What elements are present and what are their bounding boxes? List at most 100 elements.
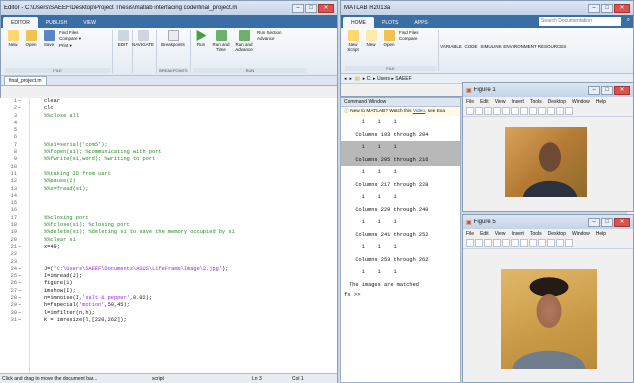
breakpoints-button[interactable]: Breakpoints bbox=[159, 30, 187, 47]
menu-item-insert[interactable]: Insert bbox=[511, 99, 524, 105]
menu-item-insert[interactable]: Insert bbox=[511, 231, 524, 237]
tab-view[interactable]: VIEW bbox=[75, 17, 104, 28]
figure-5-titlebar[interactable]: ▣ Figure 5 – □ ✕ bbox=[463, 215, 633, 229]
code-line[interactable]: 1− clear bbox=[0, 98, 337, 105]
matlab-open-button[interactable]: Open bbox=[381, 30, 397, 47]
matlab-titlebar[interactable]: MATLAB R2013a – □ ✕ bbox=[341, 1, 633, 15]
breakpoint-marker[interactable]: − bbox=[18, 273, 26, 280]
breakpoint-marker[interactable]: − bbox=[18, 266, 26, 273]
matlab-new-button[interactable]: New bbox=[363, 30, 379, 47]
code-line[interactable]: 7 %%s1=serial('com5'); bbox=[0, 142, 337, 149]
save-figure-icon[interactable] bbox=[484, 239, 492, 247]
code-line[interactable]: 2− clc bbox=[0, 105, 337, 112]
figure-5-maximize-button[interactable]: □ bbox=[601, 217, 613, 227]
code-line[interactable]: 16 bbox=[0, 207, 337, 214]
zoom-out-icon[interactable] bbox=[520, 107, 528, 115]
zoom-out-icon[interactable] bbox=[520, 239, 528, 247]
code-line[interactable]: 21− x=49; bbox=[0, 244, 337, 251]
new-script-button[interactable]: New Script bbox=[345, 30, 361, 52]
run-and-advance-button[interactable]: Run and Advance bbox=[233, 30, 255, 52]
resources-button[interactable]: RESOURCES bbox=[537, 30, 567, 71]
matlab-compare-button[interactable]: Compare bbox=[399, 36, 419, 41]
close-button[interactable]: ✕ bbox=[318, 3, 334, 13]
breakpoint-marker[interactable] bbox=[18, 178, 26, 185]
zoom-in-icon[interactable] bbox=[511, 107, 519, 115]
command-prompt[interactable]: fx >> bbox=[341, 291, 460, 298]
code-line[interactable]: 29− h=fspecial('motion',50,45); bbox=[0, 302, 337, 309]
breakpoint-marker[interactable] bbox=[18, 200, 26, 207]
find-files-button[interactable]: Find Files bbox=[59, 30, 81, 35]
navigate-button[interactable]: NAVIGATE bbox=[132, 30, 154, 47]
forward-arrow-icon[interactable]: ▸ bbox=[350, 76, 353, 82]
code-line[interactable]: 5 bbox=[0, 127, 337, 134]
code-line[interactable]: 19 %%delete(s1); %deleting s1 to save the… bbox=[0, 229, 337, 236]
current-folder-path[interactable]: ▸ C: ▸ Users ▸ SAEEF bbox=[363, 76, 412, 82]
breakpoint-marker[interactable] bbox=[18, 259, 26, 266]
breakpoint-marker[interactable] bbox=[18, 142, 26, 149]
pan-icon[interactable] bbox=[529, 107, 537, 115]
menu-item-edit[interactable]: Edit bbox=[480, 99, 489, 105]
menu-item-help[interactable]: Help bbox=[596, 231, 606, 237]
save-button[interactable]: Save bbox=[41, 30, 57, 47]
run-section-button[interactable]: Run Section bbox=[257, 30, 282, 35]
code-line[interactable]: 14 bbox=[0, 193, 337, 200]
file-tab-final-project[interactable]: final_project.m bbox=[4, 76, 47, 85]
menu-item-desktop[interactable]: Desktop bbox=[548, 99, 566, 105]
advance-button[interactable]: Advance bbox=[257, 36, 282, 41]
matlab-find-files-button[interactable]: Find Files bbox=[399, 30, 419, 35]
save-figure-icon[interactable] bbox=[484, 107, 492, 115]
figure-5-minimize-button[interactable]: – bbox=[588, 217, 600, 227]
breakpoint-marker[interactable]: − bbox=[18, 244, 26, 251]
code-line[interactable]: 25− I=imread(J); bbox=[0, 273, 337, 280]
editor-titlebar[interactable]: Editor - C:\Users\SAEEF\Desktop\Project … bbox=[1, 1, 337, 15]
pointer-icon[interactable] bbox=[502, 107, 510, 115]
code-line[interactable]: 23 bbox=[0, 259, 337, 266]
colorbar-icon[interactable] bbox=[565, 239, 573, 247]
data-cursor-icon[interactable] bbox=[547, 107, 555, 115]
run-and-time-button[interactable]: Run and Time bbox=[211, 30, 231, 52]
breakpoint-marker[interactable] bbox=[18, 171, 26, 178]
rotate-icon[interactable] bbox=[538, 239, 546, 247]
code-line[interactable]: 6 bbox=[0, 134, 337, 141]
zoom-in-icon[interactable] bbox=[511, 239, 519, 247]
pointer-icon[interactable] bbox=[502, 239, 510, 247]
new-figure-icon[interactable] bbox=[466, 107, 474, 115]
code-line[interactable]: 15 bbox=[0, 200, 337, 207]
code-line[interactable]: 17 %%closing port bbox=[0, 215, 337, 222]
breakpoint-marker[interactable] bbox=[18, 127, 26, 134]
menu-item-file[interactable]: File bbox=[466, 99, 474, 105]
menu-item-window[interactable]: Window bbox=[572, 231, 590, 237]
data-cursor-icon[interactable] bbox=[547, 239, 555, 247]
figure-1-titlebar[interactable]: ▣ Figure 1 – □ ✕ bbox=[463, 83, 633, 97]
code-line[interactable]: 10 bbox=[0, 164, 337, 171]
tab-apps[interactable]: APPS bbox=[406, 17, 435, 28]
search-documentation-input[interactable]: Search Documentation bbox=[539, 17, 621, 26]
breakpoint-marker[interactable] bbox=[18, 156, 26, 163]
tab-plots[interactable]: PLOTS bbox=[374, 17, 406, 28]
menu-item-file[interactable]: File bbox=[466, 231, 474, 237]
code-line[interactable]: 4 bbox=[0, 120, 337, 127]
breakpoint-marker[interactable] bbox=[18, 134, 26, 141]
code-line[interactable]: 9 %%fwrite(s1,word); %writing to port bbox=[0, 156, 337, 163]
code-line[interactable]: 3 %%close all bbox=[0, 113, 337, 120]
code-line[interactable]: 22 bbox=[0, 251, 337, 258]
environment-button[interactable]: ENVIRONMENT bbox=[503, 30, 537, 71]
matlab-maximize-button[interactable]: □ bbox=[601, 3, 613, 13]
edit-button[interactable]: EDIT bbox=[115, 30, 131, 47]
command-window[interactable]: Command Window ⓘ New to MATLAB? Watch th… bbox=[340, 97, 461, 383]
code-editor[interactable]: 1− clear 2− clc 3 %%close all 4 5 6 7 %%s1=serial(… bbox=[0, 98, 337, 373]
compare-button[interactable]: Compare ▾ bbox=[59, 36, 81, 42]
figure-5-close-button[interactable]: ✕ bbox=[614, 217, 630, 227]
figure-1-minimize-button[interactable]: – bbox=[588, 85, 600, 95]
search-icon[interactable]: ⌕ bbox=[627, 17, 630, 24]
breakpoint-marker[interactable]: − bbox=[18, 288, 26, 295]
breakpoint-marker[interactable]: − bbox=[18, 317, 26, 324]
breakpoint-marker[interactable] bbox=[18, 120, 26, 127]
open-file-icon[interactable] bbox=[475, 107, 483, 115]
menu-item-desktop[interactable]: Desktop bbox=[548, 231, 566, 237]
print-icon[interactable] bbox=[493, 107, 501, 115]
code-button[interactable]: CODE bbox=[463, 30, 479, 71]
breakpoint-marker[interactable] bbox=[18, 229, 26, 236]
breakpoint-marker[interactable] bbox=[18, 149, 26, 156]
colorbar-icon[interactable] bbox=[565, 107, 573, 115]
